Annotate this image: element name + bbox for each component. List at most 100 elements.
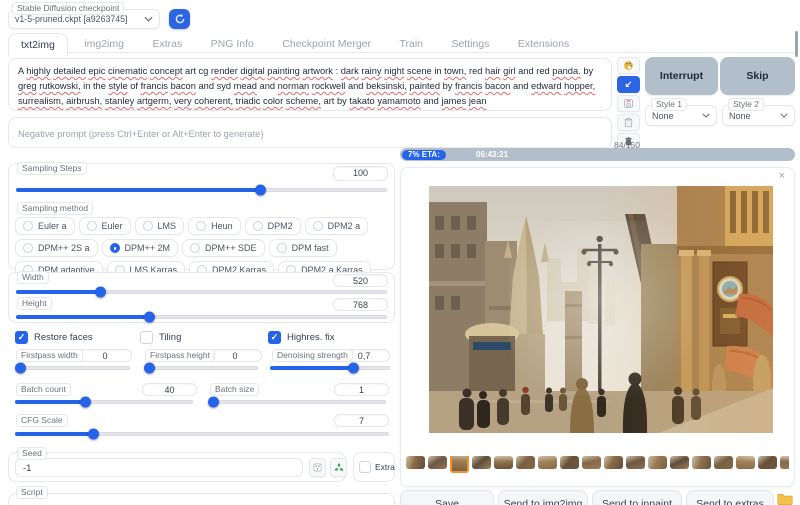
send-to-extras-button[interactable]: Send to extras [686,490,774,505]
paste-params-button[interactable]: ↙ [617,76,640,93]
firstpass-height-value[interactable]: 0 [208,349,262,362]
save-style-button[interactable] [617,95,640,112]
result-thumbnail[interactable] [648,456,667,469]
sampling-option[interactable]: Heun [188,217,241,235]
width-value[interactable]: 520 [333,274,388,287]
skip-button[interactable]: Skip [720,57,795,95]
highres-fix-checkbox[interactable]: Highres. fix [268,331,335,344]
tab-checkpoint-merger[interactable]: Checkpoint Merger [270,33,383,55]
firstpass-width-value[interactable]: 0 [78,349,132,362]
cfg-scale-value[interactable]: 7 [334,414,389,427]
sampling-steps-value[interactable]: 100 [333,166,388,181]
interrupt-button[interactable]: Interrupt [645,57,718,95]
result-thumbnail[interactable] [450,456,469,473]
sampling-option[interactable]: DPM fast [269,239,337,257]
result-thumbnail[interactable] [406,456,425,469]
slider-thumb[interactable] [15,363,26,374]
script-select[interactable] [8,493,395,505]
height-slider[interactable] [16,315,387,319]
result-thumbnail[interactable] [626,456,645,469]
firstpass-width-slider[interactable] [15,366,130,370]
result-thumbnail[interactable] [582,456,601,469]
result-thumbnail[interactable] [758,456,777,469]
save-button[interactable]: Save [400,490,494,505]
sampling-option[interactable]: DPM2 a [305,217,369,235]
result-thumbnail[interactable] [780,456,789,469]
result-thumbnail[interactable] [604,456,623,469]
roll-artist-button[interactable] [617,57,640,74]
tiling-checkbox[interactable]: Tiling [140,331,181,344]
batch-count-value[interactable]: 40 [142,383,197,396]
sampling-option[interactable]: Euler [79,217,131,235]
restore-faces-checkbox[interactable]: Restore faces [15,331,93,344]
slider-thumb[interactable] [80,397,91,408]
width-slider[interactable] [16,290,387,294]
radio-icon[interactable] [110,243,120,253]
result-thumbnail[interactable] [428,456,447,469]
slider-thumb[interactable] [144,312,155,323]
tab-extras[interactable]: Extras [140,33,194,55]
result-thumbnail[interactable] [494,456,513,469]
slider-thumb[interactable] [348,363,359,374]
send-to-inpaint-button[interactable]: Send to inpaint [592,490,682,505]
refresh-checkpoint-button[interactable] [169,9,190,29]
reuse-seed-button[interactable] [330,458,347,477]
result-thumbnail[interactable] [692,456,711,469]
radio-icon[interactable] [253,221,263,231]
sampling-option[interactable]: DPM2 [245,217,301,235]
radio-icon[interactable] [143,221,153,231]
result-thumbnail[interactable] [736,456,755,469]
slider-thumb[interactable] [144,363,155,374]
send-to-img2img-button[interactable]: Send to img2img [498,490,588,505]
tab-txt2img[interactable]: txt2img [8,33,68,57]
denoising-strength-slider[interactable] [270,366,390,370]
height-value[interactable]: 768 [333,298,388,311]
cfg-scale-slider[interactable] [15,432,389,436]
slider-thumb[interactable] [255,185,266,196]
radio-icon[interactable] [277,243,287,253]
generated-image[interactable] [429,186,773,433]
close-icon[interactable]: × [779,170,785,182]
sampling-option[interactable]: Euler a [15,217,75,235]
batch-count-slider[interactable] [15,400,193,404]
tab-img2img[interactable]: img2img [72,33,136,55]
seed-input[interactable]: -1 [15,458,303,477]
apply-style-button[interactable] [617,114,640,131]
sampling-option[interactable]: DPM++ SDE [182,239,265,257]
checkbox-icon[interactable] [140,331,153,344]
radio-icon[interactable] [87,221,97,231]
radio-icon[interactable] [196,221,206,231]
page-scrollbar[interactable] [795,31,798,57]
batch-size-slider[interactable] [208,400,386,404]
result-thumbnail[interactable] [560,456,579,469]
result-thumbnail[interactable] [538,456,557,469]
slider-thumb[interactable] [88,429,99,440]
tab-settings[interactable]: Settings [439,33,501,55]
sampling-steps-slider[interactable] [16,188,387,192]
sampling-option[interactable]: DPM++ 2S a [15,239,98,257]
radio-icon[interactable] [23,243,33,253]
result-thumbnail[interactable] [472,456,491,469]
result-thumbnail[interactable] [714,456,733,469]
result-thumbnail[interactable] [516,456,535,469]
tab-train[interactable]: Train [387,33,435,55]
slider-thumb[interactable] [95,287,106,298]
checkbox-icon[interactable] [15,331,28,344]
radio-icon[interactable] [313,221,323,231]
prompt-input[interactable]: A highly detailed epic cinematic concept… [8,58,612,111]
radio-icon[interactable] [23,221,33,231]
result-thumbnail[interactable] [670,456,689,469]
radio-icon[interactable] [190,243,200,253]
open-folder-button[interactable] [777,492,793,505]
checkbox-icon[interactable] [268,331,281,344]
batch-size-value[interactable]: 1 [334,383,389,396]
slider-thumb[interactable] [208,397,219,408]
tab-png-info[interactable]: PNG Info [199,33,266,55]
sampling-option[interactable]: DPM++ 2M [102,239,179,257]
firstpass-height-slider[interactable] [144,366,258,370]
extra-checkbox[interactable]: Extra [359,461,395,473]
checkbox-icon[interactable] [359,461,371,473]
tab-extensions[interactable]: Extensions [506,33,581,55]
random-seed-button[interactable] [309,458,326,477]
negative-prompt-input[interactable]: Negative prompt (press Ctrl+Enter or Alt… [8,117,612,148]
